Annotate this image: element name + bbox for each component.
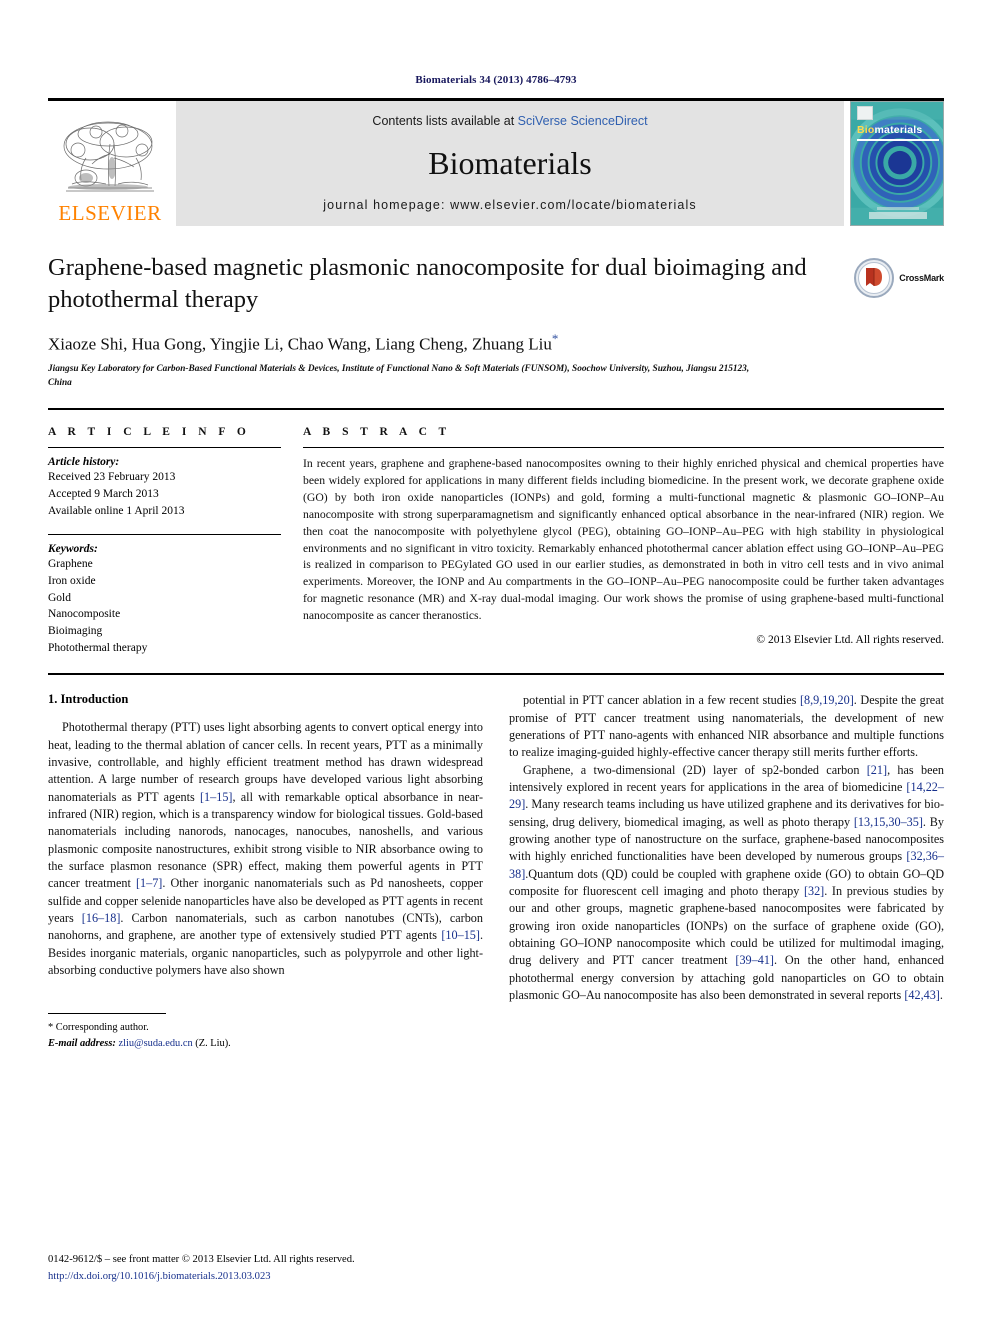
paragraph: Photothermal therapy (PTT) uses light ab… — [48, 720, 484, 977]
keyword-item: Bioimaging — [48, 624, 103, 637]
paragraph: potential in PTT cancer ablation in a fe… — [509, 693, 944, 760]
keywords-rule — [48, 534, 281, 536]
abstract-heading: A B S T R A C T — [303, 426, 451, 439]
article-info-column: A R T I C L E I N F O Article history: R… — [48, 426, 303, 656]
elsevier-logo: ELSEVIER — [48, 101, 172, 226]
info-abstract-region: A R T I C L E I N F O Article history: R… — [48, 408, 944, 656]
abstract-column: A B S T R A C T In recent years, graphen… — [303, 426, 944, 656]
article-history-accepted: Accepted 9 March 2013 — [48, 487, 159, 500]
crossmark-badge[interactable]: CrossMark — [854, 258, 944, 298]
author-list: Xiaoze Shi, Hua Gong, Yingjie Li, Chao W… — [48, 331, 829, 355]
keyword-item: Photothermal therapy — [48, 641, 148, 654]
email-link[interactable]: zliu@suda.edu.cn — [118, 1038, 192, 1049]
article-history-received: Received 23 February 2013 — [48, 471, 176, 484]
cover-footer-line-2 — [877, 207, 919, 210]
body-column-right: potential in PTT cancer ablation in a fe… — [509, 692, 944, 1051]
keyword-item: Gold — [48, 591, 71, 604]
doi-link[interactable]: http://dx.doi.org/10.1016/j.biomaterials… — [48, 1269, 355, 1285]
affiliation: Jiangsu Key Laboratory for Carbon-Based … — [48, 364, 750, 388]
corresponding-author-note: * Corresponding author. — [48, 1022, 149, 1034]
abstract-text: In recent years, graphene and graphene-b… — [303, 457, 944, 622]
cover-elsevier-mark — [857, 106, 873, 120]
article-history-label: Article history: — [48, 456, 120, 469]
contents-prefix: Contents lists available at — [372, 114, 518, 128]
author-names: Xiaoze Shi, Hua Gong, Yingjie Li, Chao W… — [48, 334, 552, 354]
abstract-copyright: © 2013 Elsevier Ltd. All rights reserved… — [756, 633, 944, 646]
keyword-item: Iron oxide — [48, 574, 96, 587]
front-matter-line: 0142-9612/$ – see front matter © 2013 El… — [48, 1254, 355, 1266]
keyword-item: Graphene — [48, 558, 93, 571]
crossmark-icon — [854, 258, 895, 298]
article-history-online: Available online 1 April 2013 — [48, 504, 185, 517]
sciencedirect-link[interactable]: SciVerse ScienceDirect — [518, 114, 648, 128]
masthead-center: Contents lists available at SciVerse Sci… — [176, 101, 844, 226]
cover-label-bio: Bio — [857, 124, 875, 136]
article-info-heading: A R T I C L E I N F O — [48, 426, 251, 439]
footnote-block: * Corresponding author. E-mail address: … — [48, 1013, 483, 1051]
crossmark-label: CrossMark — [899, 273, 944, 283]
email-suffix: (Z. Liu). — [195, 1037, 231, 1049]
footnote-rule — [48, 1013, 166, 1015]
abstract-rule — [303, 447, 944, 449]
body-top-rule — [48, 673, 944, 676]
cover-label-materials: materials — [874, 124, 923, 136]
page-title: Graphene-based magnetic plasmonic nanoco… — [48, 254, 807, 313]
journal-title: Biomaterials — [428, 145, 592, 181]
contents-available-line: Contents lists available at SciVerse Sci… — [372, 114, 647, 128]
keywords-label: Keywords: — [48, 543, 98, 556]
email-note: E-mail address: zliu@suda.edu.cn (Z. Liu… — [48, 1036, 483, 1052]
paragraph: Graphene, a two-dimensional (2D) layer o… — [509, 762, 944, 1002]
journal-masthead: ELSEVIER Contents lists available at Sci… — [48, 98, 944, 226]
page-footer: 0142-9612/$ – see front matter © 2013 El… — [48, 1252, 355, 1285]
section-heading-introduction: 1. Introduction — [48, 692, 129, 707]
running-head: Biomaterials 34 (2013) 4786–4793 — [415, 74, 577, 86]
body-column-left: 1. Introduction Photothermal therapy (PT… — [48, 692, 483, 1051]
journal-homepage-line[interactable]: journal homepage: www.elsevier.com/locat… — [323, 198, 696, 212]
corresponding-author-marker: * — [551, 330, 559, 346]
elsevier-tree-icon — [63, 121, 154, 192]
cover-footer-line-1 — [869, 212, 927, 219]
journal-cover-thumbnail: Biomaterials — [850, 101, 944, 226]
article-info-rule — [48, 447, 281, 449]
elsevier-wordmark: ELSEVIER — [58, 201, 162, 225]
article-first-page: Biomaterials 34 (2013) 4786–4793 ELSEVIE… — [0, 0, 992, 1323]
email-label: E-mail address: — [48, 1037, 116, 1049]
body-columns: 1. Introduction Photothermal therapy (PT… — [48, 692, 944, 1051]
cover-divider — [857, 139, 939, 141]
cover-journal-label: Biomaterials — [857, 124, 922, 136]
keyword-item: Nanocomposite — [48, 608, 121, 621]
title-block: Graphene-based magnetic plasmonic nanoco… — [48, 252, 944, 390]
